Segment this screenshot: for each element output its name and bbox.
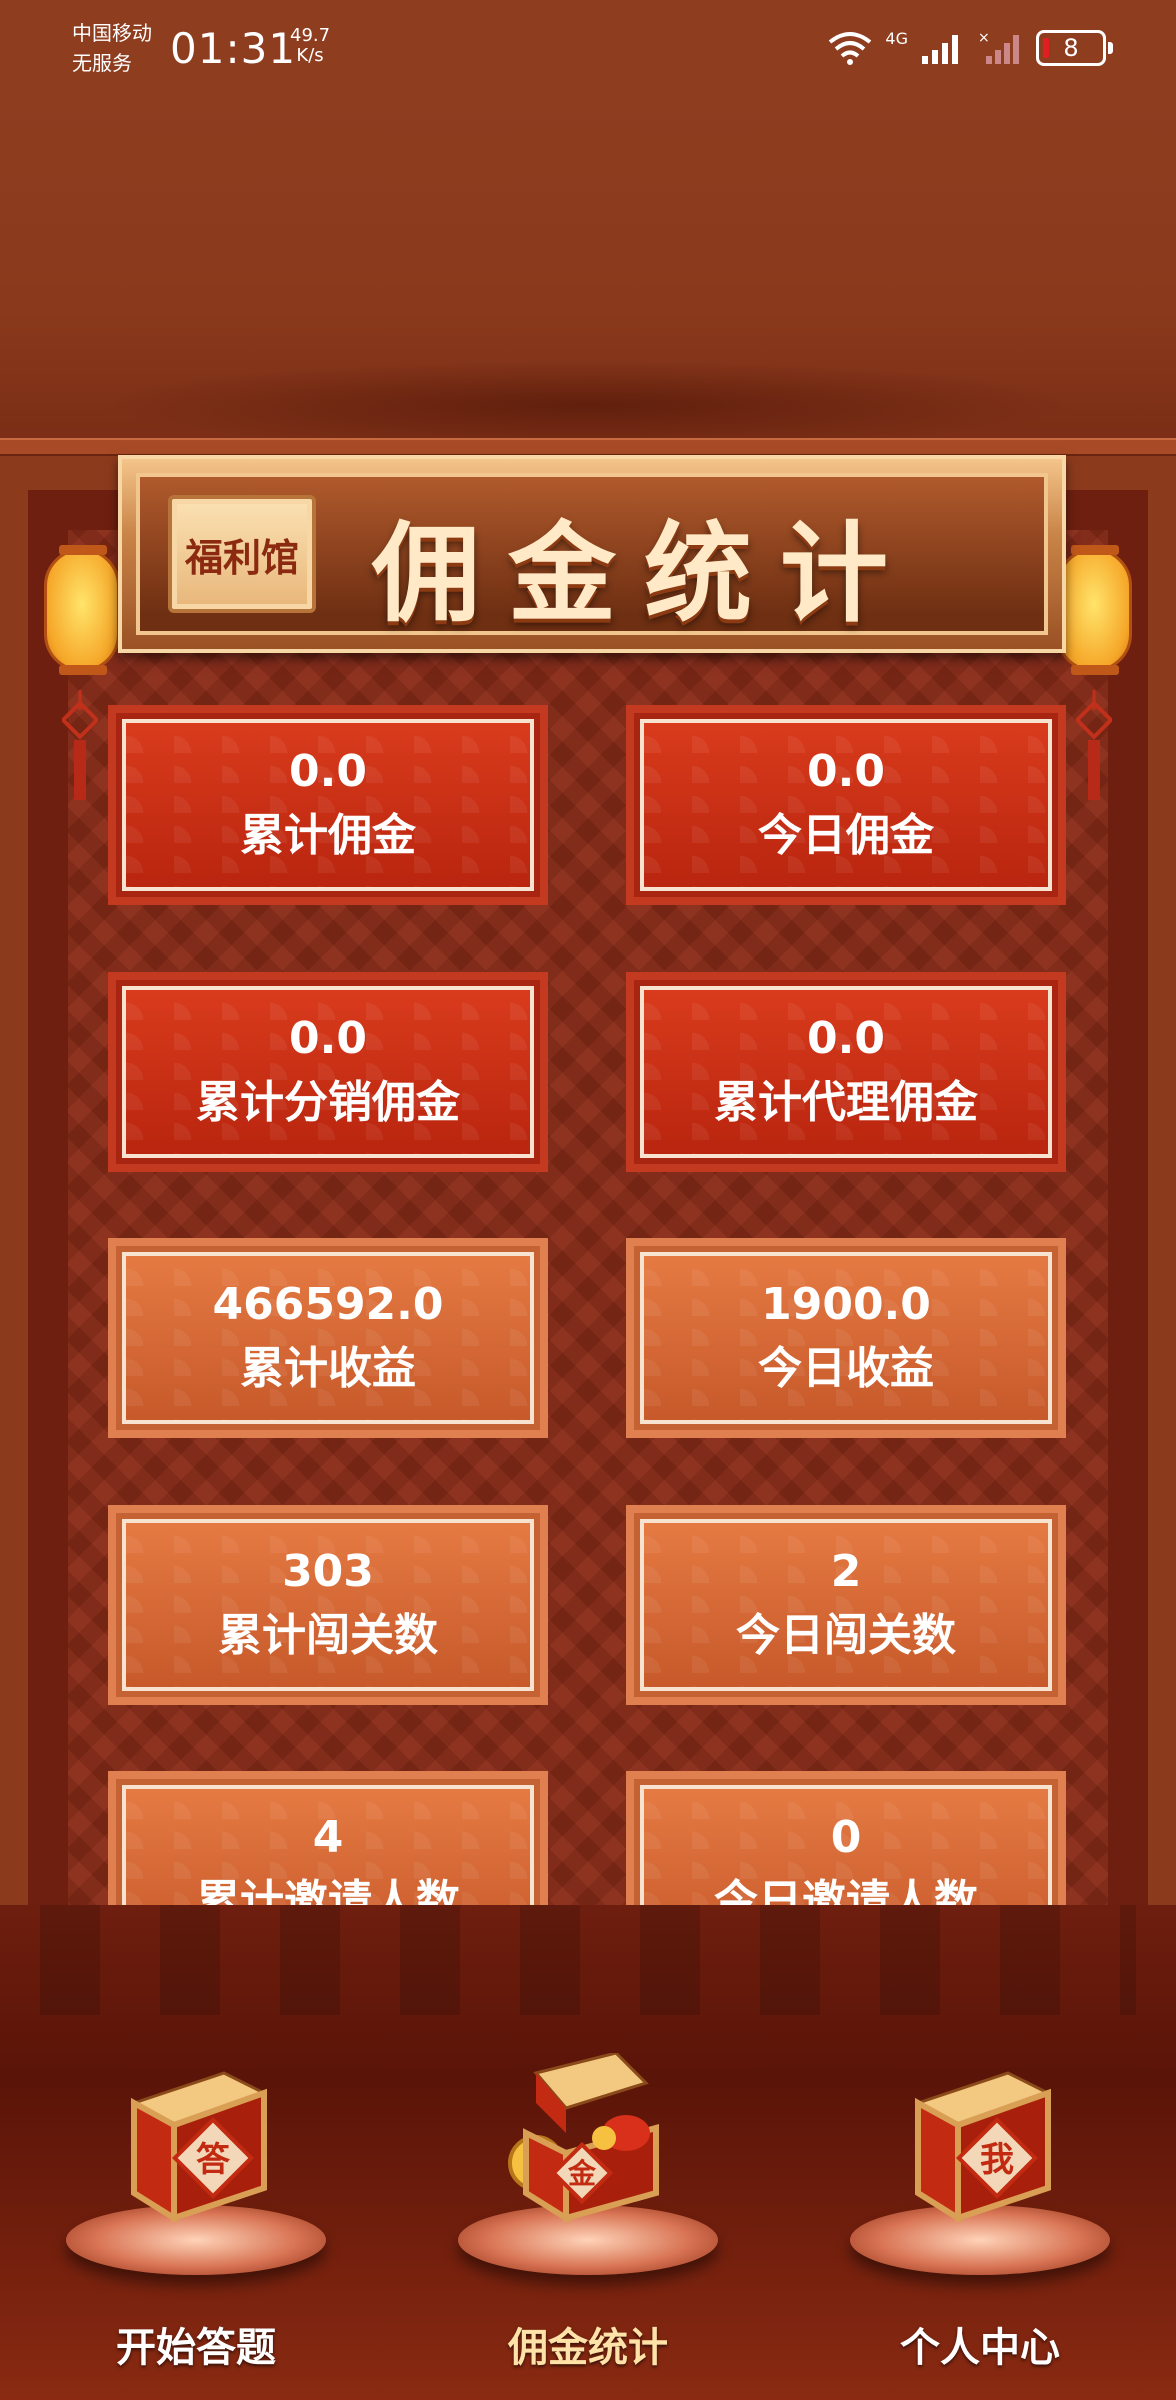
stat-card: 4 累计邀请人数	[108, 1771, 548, 1905]
stat-label: 今日收益	[758, 1343, 934, 1394]
stat-value: 0.0	[289, 1013, 367, 1064]
card-body: 0 今日邀请人数	[640, 1785, 1052, 1905]
stat-label: 累计分销佣金	[196, 1077, 460, 1128]
stat-value: 303	[282, 1546, 374, 1597]
answer-chest-icon: 答	[130, 2071, 268, 2223]
chest-glyph: 答	[196, 2140, 231, 2180]
stat-label: 累计邀请人数	[196, 1876, 460, 1905]
card-body: 0.0 今日佣金	[640, 719, 1052, 891]
nav-label: 个人中心	[900, 2325, 1060, 2371]
nav-item-personal-center[interactable]: 我 个人中心	[830, 2005, 1130, 2385]
stat-value: 0.0	[289, 746, 367, 797]
chest-glyph: 我	[980, 2140, 1014, 2180]
stat-value: 466592.0	[212, 1279, 444, 1330]
card-body: 303 累计闯关数	[122, 1519, 534, 1691]
card-body: 466592.0 累计收益	[122, 1252, 534, 1424]
stat-card: 0.0 累计代理佣金	[626, 972, 1066, 1172]
stat-value: 0	[830, 1812, 862, 1863]
stat-value: 2	[830, 1546, 862, 1597]
stat-card: 0 今日邀请人数	[626, 1771, 1066, 1905]
chest-glyph: 金	[567, 2157, 597, 2190]
stat-value: 1900.0	[761, 1279, 931, 1330]
card-body: 2 今日闯关数	[640, 1519, 1052, 1691]
stat-card: 2 今日闯关数	[626, 1505, 1066, 1705]
stat-card: 0.0 累计分销佣金	[108, 972, 548, 1172]
bottom-navigation: 答 开始答题 金 佣金统计 我 个人中心	[0, 1905, 1176, 2400]
stat-label: 今日佣金	[758, 810, 934, 861]
nav-item-start-quiz[interactable]: 答 开始答题	[46, 2005, 346, 2385]
card-body: 0.0 累计佣金	[122, 719, 534, 891]
card-body: 0.0 累计分销佣金	[122, 986, 534, 1158]
stat-label: 累计佣金	[240, 810, 416, 861]
card-body: 0.0 累计代理佣金	[640, 986, 1052, 1158]
stat-label: 今日闯关数	[736, 1610, 956, 1661]
stat-label: 今日邀请人数	[714, 1876, 978, 1905]
stat-value: 4	[312, 1812, 344, 1863]
nav-label: 佣金统计	[508, 2325, 668, 2371]
stats-grid: 0.0 累计佣金 0.0 今日佣金 0.0 累计分销佣金 0.0 累计代理佣金 466592.0…	[0, 0, 1176, 1905]
nav-item-commission-stats[interactable]: 金 佣金统计	[438, 2005, 738, 2385]
stat-value: 0.0	[807, 746, 885, 797]
card-body: 1900.0 今日收益	[640, 1252, 1052, 1424]
stat-label: 累计代理佣金	[714, 1077, 978, 1128]
stat-card: 0.0 累计佣金	[108, 705, 548, 905]
stat-card: 303 累计闯关数	[108, 1505, 548, 1705]
me-chest-icon: 我	[914, 2071, 1052, 2223]
stat-label: 累计闯关数	[218, 1610, 438, 1661]
stat-card: 0.0 今日佣金	[626, 705, 1066, 905]
nav-pattern	[40, 1905, 1136, 2015]
card-body: 4 累计邀请人数	[122, 1785, 534, 1905]
gold-chest-icon: 金	[508, 2053, 659, 2223]
stat-label: 累计收益	[240, 1343, 416, 1394]
nav-label: 开始答题	[116, 2325, 276, 2371]
stat-card: 1900.0 今日收益	[626, 1238, 1066, 1438]
stat-card: 466592.0 累计收益	[108, 1238, 548, 1438]
stat-value: 0.0	[807, 1013, 885, 1064]
